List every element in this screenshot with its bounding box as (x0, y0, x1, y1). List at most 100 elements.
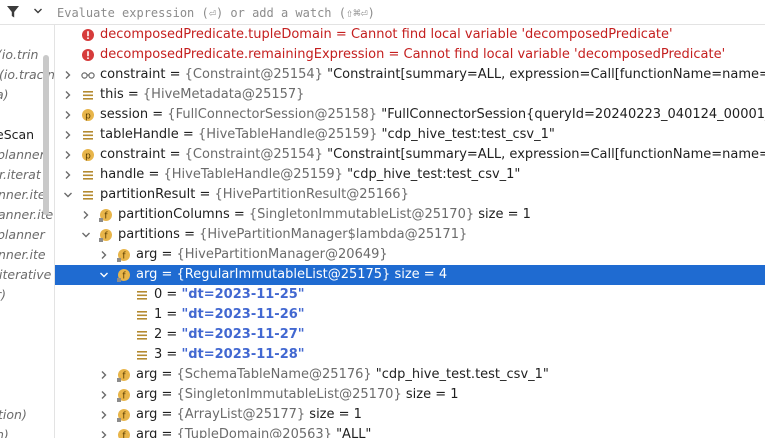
variable-row[interactable]: f arg = {HivePartitionManager@20649} (55, 245, 765, 265)
expand-chevron-icon[interactable] (81, 210, 91, 220)
error-icon (82, 49, 94, 61)
equals-sign: = (144, 167, 164, 182)
variable-name: arg (136, 427, 158, 438)
list-value-icon (137, 311, 147, 320)
frame-item[interactable]: nner.ite (0, 185, 46, 205)
watch-toolbar (0, 0, 765, 26)
equals-sign: = (162, 307, 182, 322)
variable-row[interactable]: decomposedPredicate.remainingExpression … (55, 45, 765, 65)
list-value-icon (83, 91, 93, 100)
variable-row[interactable]: 2 = "dt=2023-11-27" (55, 325, 765, 345)
frame-item[interactable]: nner.ite (0, 245, 46, 265)
expand-chevron-icon[interactable] (63, 70, 73, 80)
frame-item[interactable]: tion) (0, 405, 27, 425)
string-value: "cdp_hive_test.test_csv_1" (375, 367, 549, 382)
variable-row[interactable]: p session = {FullConnectorSession@25158} … (55, 105, 765, 125)
parameter-icon: p (82, 109, 94, 121)
equals-sign: = (165, 67, 185, 82)
frame-item[interactable]: r) (0, 285, 6, 305)
expand-chevron-icon[interactable] (63, 130, 73, 140)
frame-item[interactable]: eScan (0, 125, 34, 145)
equals-sign: = (178, 127, 198, 142)
field-icon: f (99, 209, 112, 222)
chevron-down-icon[interactable] (33, 6, 43, 16)
object-reference: {Constraint@25154} (184, 147, 323, 162)
expand-chevron-icon[interactable] (99, 250, 109, 260)
string-value: "Constraint[summary=ALL, expression=Call… (327, 147, 765, 162)
variable-text: arg = {RegularImmutableList@25175} size … (136, 265, 447, 285)
variable-row[interactable]: f arg = {TupleDomain@20563} "ALL" (55, 425, 765, 438)
filter-icon[interactable] (6, 5, 20, 19)
equals-sign: = (384, 47, 404, 62)
frame-item[interactable]: planner (0, 225, 45, 245)
equals-sign: = (179, 227, 200, 242)
variable-text: arg = {HivePartitionManager@20649} (136, 245, 388, 265)
variable-row[interactable]: f arg = {ArrayList@25177} size = 1 (55, 405, 765, 425)
variable-name: arg (136, 407, 158, 422)
error-message: Cannot find local variable 'decomposedPr… (403, 47, 726, 62)
frame-item[interactable]: n) (0, 425, 9, 438)
variable-row[interactable]: 3 = "dt=2023-11-28" (55, 345, 765, 365)
expand-chevron-icon[interactable] (63, 110, 73, 120)
expand-chevron-icon[interactable] (63, 90, 73, 100)
expand-chevron-icon[interactable] (63, 170, 73, 180)
object-reference: {Constraint@25154} (184, 67, 323, 82)
equals-sign: = (157, 267, 177, 282)
equals-sign: = (162, 287, 182, 302)
collapse-chevron-icon[interactable] (99, 270, 109, 280)
variable-row[interactable]: this = {HiveMetadata@25157} (55, 85, 765, 105)
collapse-chevron-icon[interactable] (81, 230, 91, 240)
string-value: "dt=2023-11-25" (181, 287, 305, 302)
object-reference: {HivePartitionResult@25166} (214, 187, 409, 202)
variable-name: session (100, 107, 149, 122)
collapse-chevron-icon[interactable] (63, 190, 73, 200)
variable-text: handle = {HiveTableHandle@25159} "cdp_hi… (100, 165, 520, 185)
variable-row[interactable]: f arg = {RegularImmutableList@25175} size… (55, 265, 765, 285)
frame-item[interactable]: iterative (0, 265, 51, 285)
variable-name: decomposedPredicate.remainingExpression (100, 47, 385, 62)
variable-row[interactable]: tableHandle = {HiveTableHandle@25159} "c… (55, 125, 765, 145)
variable-row[interactable]: f arg = {SchemaTableName@25176} "cdp_hive… (55, 365, 765, 385)
field-icon: f (118, 429, 130, 438)
variable-name: arg (136, 387, 158, 402)
variable-text: decomposedPredicate.remainingExpression … (100, 45, 725, 65)
string-value: "ALL" (336, 427, 372, 438)
expand-chevron-icon[interactable] (99, 410, 109, 420)
variable-text: arg = {SchemaTableName@25176} "cdp_hive_… (136, 365, 549, 385)
expand-chevron-icon[interactable] (63, 150, 73, 160)
string-value: "dt=2023-11-28" (181, 347, 305, 362)
object-reference: {TupleDomain@20563} (176, 427, 332, 438)
variable-row[interactable]: f arg = {SingletonImmutableList@25170} si… (55, 385, 765, 405)
variable-name: arg (136, 247, 158, 262)
field-icon: f (117, 389, 130, 402)
variable-row[interactable]: p constraint = {Constraint@25154} "Constr… (55, 145, 765, 165)
variable-row[interactable]: constraint = {Constraint@25154} "Constra… (55, 65, 765, 85)
variable-row[interactable]: 0 = "dt=2023-11-25" (55, 285, 765, 305)
equals-sign: = (123, 87, 143, 102)
frame-item[interactable]: (io.trin (0, 45, 38, 65)
variable-name: partitionResult (100, 187, 196, 202)
expand-chevron-icon[interactable] (99, 370, 109, 380)
variable-row[interactable]: partitionResult = {HivePartitionResult@2… (55, 185, 765, 205)
object-reference: {HivePartitionManager@20649} (176, 247, 388, 262)
frame-item[interactable]: planner. (0, 145, 48, 165)
variable-row[interactable]: 1 = "dt=2023-11-26" (55, 305, 765, 325)
parameter-icon: p (82, 149, 94, 161)
equals-sign: = (157, 387, 177, 402)
string-value: "cdp_hive_test:test_csv_1" (347, 167, 521, 182)
expand-chevron-icon[interactable] (99, 430, 109, 438)
variable-name: handle (100, 167, 145, 182)
object-reference: {SingletonImmutableList@25170} (248, 207, 475, 222)
variable-row[interactable]: handle = {HiveTableHandle@25159} "cdp_hi… (55, 165, 765, 185)
frame-item[interactable]: a) (0, 85, 9, 105)
variable-row[interactable]: f partitionColumns = {SingletonImmutableL… (55, 205, 765, 225)
frame-item[interactable]: r.iterat (0, 165, 41, 185)
variable-row[interactable]: f partitions = {HivePartitionManager$lamb… (55, 225, 765, 245)
variable-name: decomposedPredicate.tupleDomain (100, 27, 332, 42)
equals-sign: = (195, 187, 215, 202)
variable-row[interactable]: decomposedPredicate.tupleDomain = Cannot… (55, 25, 765, 45)
evaluate-expression-input[interactable] (55, 0, 759, 26)
frames-scrollbar[interactable] (43, 55, 49, 215)
expand-chevron-icon[interactable] (99, 390, 109, 400)
variable-text: this = {HiveMetadata@25157} (100, 85, 304, 105)
